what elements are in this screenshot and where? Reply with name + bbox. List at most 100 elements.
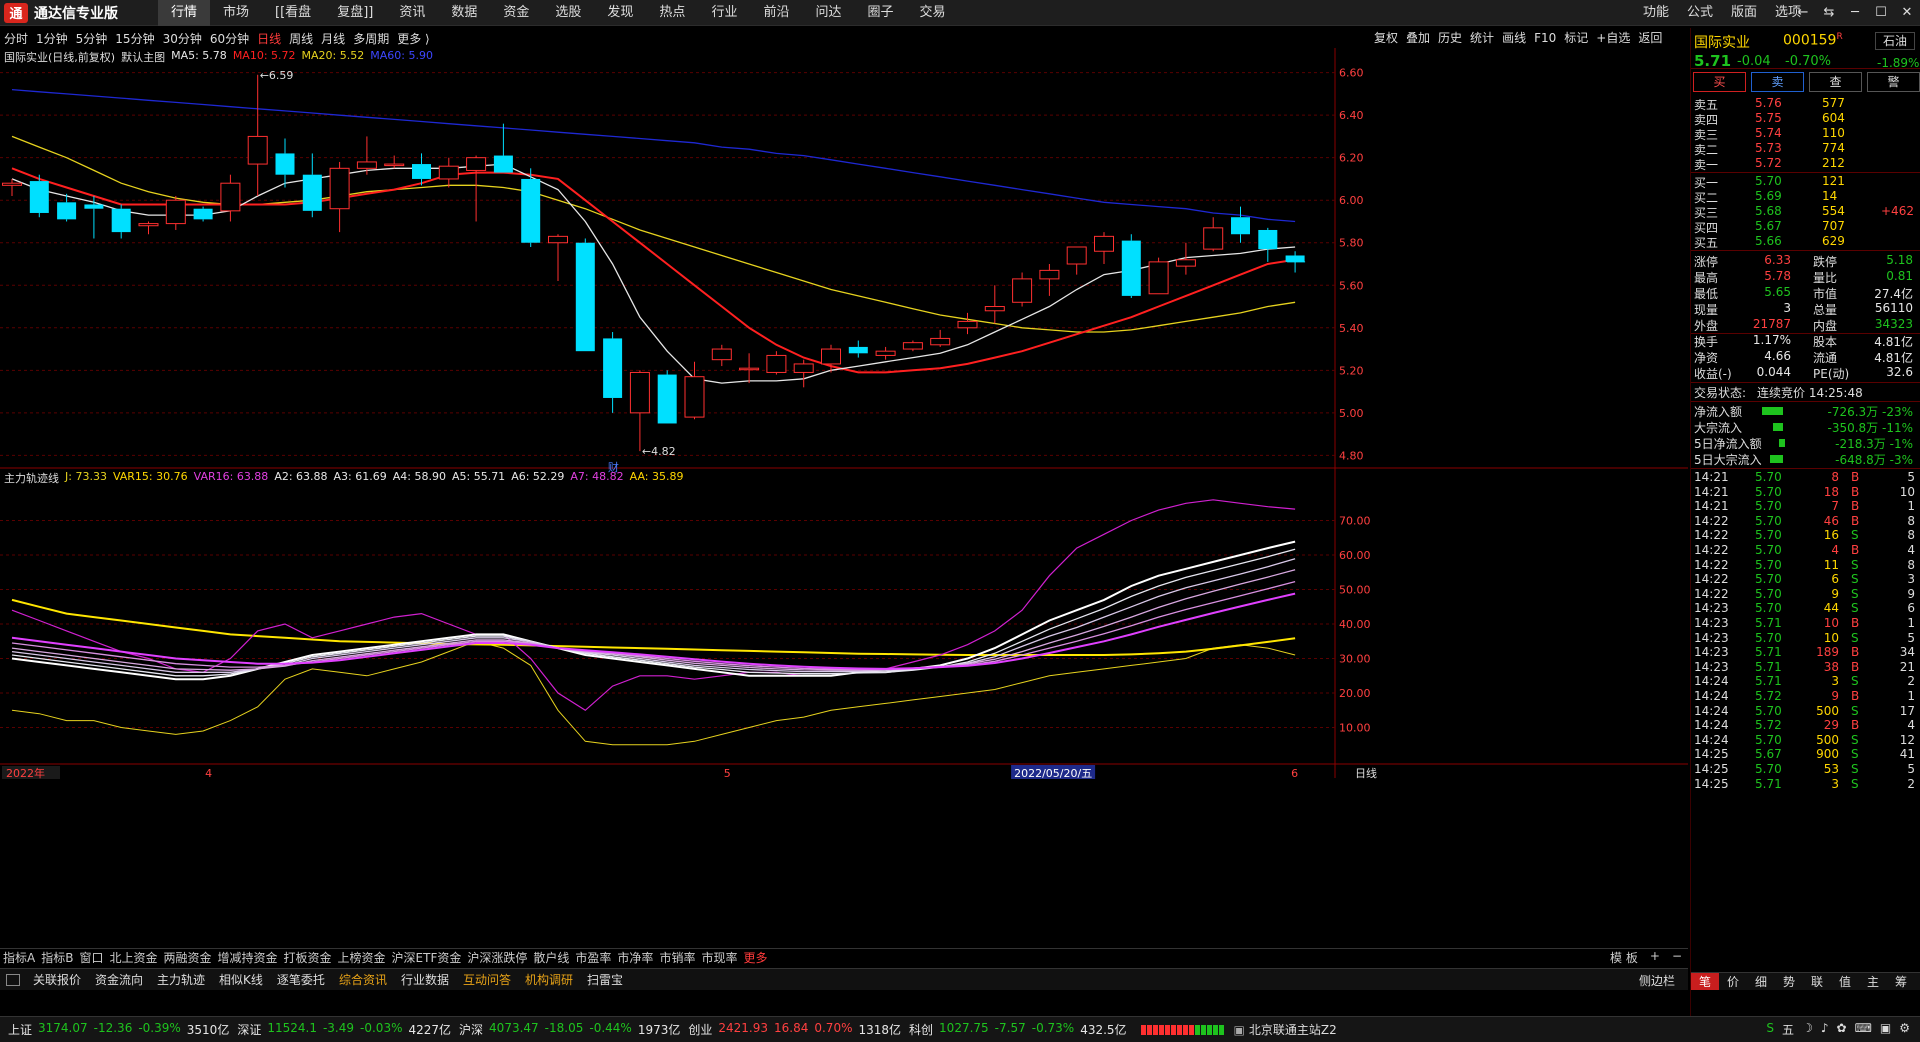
period-0[interactable]: 分时 (0, 30, 32, 47)
bid-row[interactable]: 买一 5.70 121 (1691, 174, 1920, 190)
chart-tool-5[interactable]: F10 (1530, 28, 1560, 48)
indicator-tab-11[interactable]: 市盈率 (572, 949, 614, 966)
stock-name[interactable]: 国际实业 (1694, 32, 1750, 52)
indicator-tab-9[interactable]: 沪深涨跌停 (464, 949, 530, 966)
chart-tool-8[interactable]: 返回 (1634, 28, 1666, 48)
period-2[interactable]: 5分钟 (72, 30, 112, 47)
chart-tool-1[interactable]: 叠加 (1402, 28, 1434, 48)
indicator-tab-3[interactable]: 北上资金 (106, 949, 160, 966)
menu-item-11[interactable]: 前沿 (750, 0, 802, 26)
info-tab-2[interactable]: 主力轨迹 (150, 971, 212, 988)
menu-item-4[interactable]: 资讯 (386, 0, 438, 26)
ask-row[interactable]: 卖五 5.76 577 (1691, 96, 1920, 112)
right-menu-item-2[interactable]: 版面 (1722, 0, 1766, 26)
indicator-tab-5[interactable]: 增减持资金 (215, 949, 281, 966)
period-6[interactable]: 日线 (253, 30, 285, 47)
period-1[interactable]: 1分钟 (32, 30, 72, 47)
chart-tool-3[interactable]: 统计 (1466, 28, 1498, 48)
tray-icon-7[interactable]: ⚙ (1899, 1021, 1910, 1038)
back-icon[interactable]: ← (1790, 0, 1816, 26)
index-sz[interactable]: 深证 11524.1 -3.49 -0.03% 4227亿 (237, 1021, 451, 1038)
quote-tab-1[interactable]: 价 (1719, 973, 1747, 990)
sector-button[interactable]: 石油 (1875, 32, 1915, 50)
period-8[interactable]: 月线 (317, 30, 349, 47)
tray-icon-3[interactable]: ♪ (1821, 1021, 1829, 1038)
info-tab-0[interactable]: 关联报价 (26, 971, 88, 988)
index-cy[interactable]: 创业 2421.93 16.84 0.70% 1318亿 (688, 1021, 901, 1038)
menu-item-3[interactable]: 复盘]] (324, 0, 386, 26)
maximize-icon[interactable]: ☐ (1868, 0, 1894, 26)
query-button[interactable]: 查 (1809, 72, 1862, 92)
quote-tab-6[interactable]: 主 (1859, 973, 1887, 990)
tray-icon-2[interactable]: ☽ (1802, 1021, 1813, 1038)
quote-tab-4[interactable]: 联 (1803, 973, 1831, 990)
quote-tab-5[interactable]: 值 (1831, 973, 1859, 990)
server-name[interactable]: 北京联通主站Z2 (1249, 1021, 1337, 1038)
indicator-tab-14[interactable]: 市现率 (698, 949, 740, 966)
indicator-tab-4[interactable]: 两融资金 (160, 949, 214, 966)
bid-row[interactable]: 买二 5.69 14 (1691, 189, 1920, 205)
menu-item-10[interactable]: 行业 (698, 0, 750, 26)
menu-item-0[interactable]: 行情 (158, 0, 211, 26)
bid-row[interactable]: 买五 5.66 629 (1691, 234, 1920, 250)
indicator-tab-more[interactable]: 更多 (740, 949, 770, 966)
template-control-0[interactable]: 模 板 (1604, 949, 1644, 966)
ask-row[interactable]: 卖二 5.73 774 (1691, 141, 1920, 157)
indicator-tab-6[interactable]: 打板资金 (281, 949, 335, 966)
tray-icon-0[interactable]: S (1766, 1021, 1774, 1038)
menu-item-5[interactable]: 数据 (438, 0, 490, 26)
info-tab-7[interactable]: 互动问答 (456, 971, 518, 988)
legend-mode[interactable]: 默认主图 (121, 49, 165, 65)
chart-tool-7[interactable]: +自选 (1592, 28, 1634, 48)
menu-item-2[interactable]: [[看盘 (262, 0, 324, 26)
menu-item-14[interactable]: 交易 (907, 0, 959, 26)
index-kc[interactable]: 科创 1027.75 -7.57 -0.73% 432.5亿 (909, 1021, 1127, 1038)
tray-icon-1[interactable]: 五 (1782, 1021, 1794, 1038)
menu-item-7[interactable]: 选股 (542, 0, 594, 26)
indicator-tab-10[interactable]: 散户线 (530, 949, 572, 966)
info-tab-1[interactable]: 资金流向 (88, 971, 150, 988)
chart-tool-0[interactable]: 复权 (1370, 28, 1402, 48)
indicator-tab-12[interactable]: 市净率 (614, 949, 656, 966)
period-4[interactable]: 30分钟 (159, 30, 206, 47)
menu-item-9[interactable]: 热点 (646, 0, 698, 26)
close-icon[interactable]: ✕ (1894, 0, 1920, 26)
menu-item-6[interactable]: 资金 (490, 0, 542, 26)
kline-chart-area[interactable]: 6.60 6.40 6.20 6.00 5.80 5.60 5.40 5.20 5.00 4.80… (0, 48, 1688, 948)
kline-chart-svg[interactable]: 6.60 6.40 6.20 6.00 5.80 5.60 5.40 5.20 5.00 4.80… (0, 48, 1688, 948)
template-control-1[interactable]: + (1644, 949, 1666, 966)
ask-row[interactable]: 卖一 5.72 212 (1691, 156, 1920, 172)
period-10[interactable]: 更多 ⟩ (393, 30, 434, 47)
panel-toggle-icon[interactable] (6, 973, 20, 986)
info-tab-6[interactable]: 行业数据 (394, 971, 456, 988)
quote-tab-0[interactable]: 笔 (1691, 973, 1719, 990)
chart-tool-2[interactable]: 历史 (1434, 28, 1466, 48)
quote-tab-3[interactable]: 势 (1775, 973, 1803, 990)
indicator-tab-0[interactable]: 指标A (0, 949, 38, 966)
chart-tool-4[interactable]: 画线 (1498, 28, 1530, 48)
buy-button[interactable]: 买 (1693, 72, 1746, 92)
period-9[interactable]: 多周期 (349, 30, 393, 47)
index-sh[interactable]: 上证 3174.07 -12.36 -0.39% 3510亿 (8, 1021, 229, 1038)
chart-tool-6[interactable]: 标记 (1560, 28, 1592, 48)
period-3[interactable]: 15分钟 (111, 30, 158, 47)
swap-icon[interactable]: ⇆ (1816, 0, 1842, 26)
ask-row[interactable]: 卖四 5.75 604 (1691, 111, 1920, 127)
indicator-tab-2[interactable]: 窗口 (76, 949, 106, 966)
period-5[interactable]: 60分钟 (206, 30, 253, 47)
index-hs[interactable]: 沪深 4073.47 -18.05 -0.44% 1973亿 (459, 1021, 680, 1038)
ask-row[interactable]: 卖三 5.74 110 (1691, 126, 1920, 142)
sidebar-toggle-button[interactable]: 侧边栏 (1632, 972, 1682, 989)
menu-item-12[interactable]: 问达 (802, 0, 854, 26)
indicator-tab-8[interactable]: 沪深ETF资金 (389, 949, 465, 966)
menu-item-13[interactable]: 圈子 (854, 0, 906, 26)
template-control-2[interactable]: − (1666, 949, 1688, 966)
menu-item-1[interactable]: 市场 (210, 0, 262, 26)
minimize-icon[interactable]: ─ (1842, 0, 1868, 26)
sell-button[interactable]: 卖 (1751, 72, 1804, 92)
quote-tab-2[interactable]: 细 (1747, 973, 1775, 990)
info-tab-9[interactable]: 扫雷宝 (580, 971, 630, 988)
info-tab-3[interactable]: 相似K线 (212, 971, 270, 988)
period-7[interactable]: 周线 (285, 30, 317, 47)
right-menu-item-0[interactable]: 功能 (1634, 0, 1678, 26)
